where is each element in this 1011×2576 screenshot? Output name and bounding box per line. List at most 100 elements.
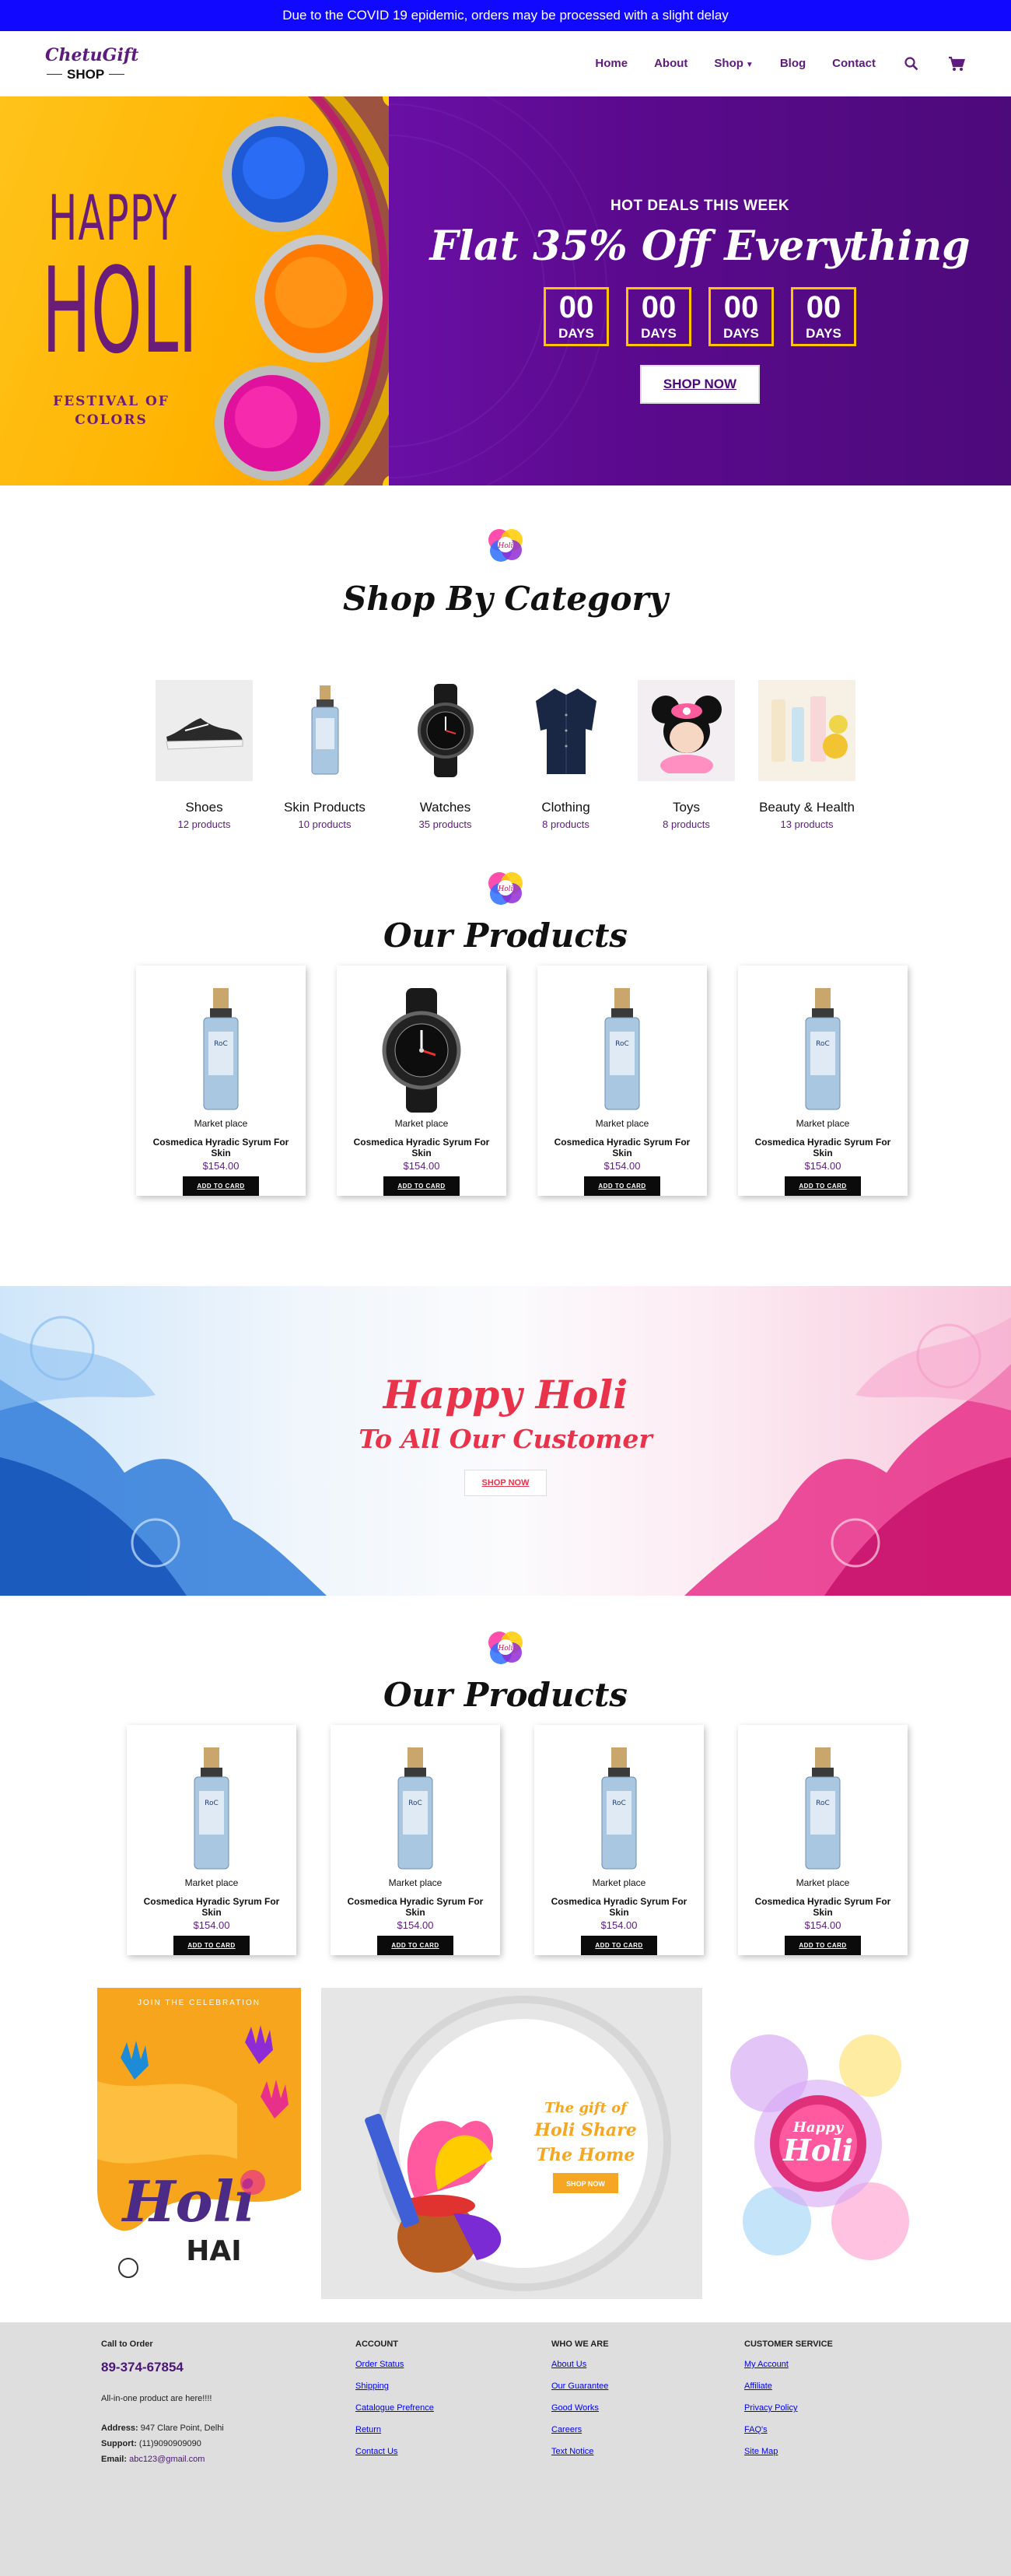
serum-bottle-image: RoC bbox=[738, 984, 908, 1116]
product-name[interactable]: Cosmedica Hyradic Syrum For Skin bbox=[752, 1137, 894, 1158]
category-item-toys[interactable]: Toys 8 products bbox=[638, 680, 735, 830]
product-marketplace: Market place bbox=[388, 1877, 443, 1888]
footer-support: Support: (11)9090909090 bbox=[101, 2439, 201, 2448]
footer-link[interactable]: Affiliate bbox=[744, 2381, 900, 2391]
shirt-image bbox=[517, 680, 614, 781]
add-to-cart-button[interactable]: ADD TO CARD bbox=[785, 1176, 861, 1196]
category-item-clothing[interactable]: Clothing 8 products bbox=[517, 680, 614, 830]
footer-service-column: CUSTOMER SERVICE My Account Affiliate Pr… bbox=[744, 2339, 900, 2559]
happy-holi-splash-illustration: Happy Holi bbox=[730, 2035, 909, 2260]
product-name[interactable]: Cosmedica Hyradic Syrum For Skin bbox=[141, 1896, 282, 1918]
hero-shop-now-button[interactable]: SHOP NOW bbox=[639, 365, 761, 404]
svg-text:The Home: The Home bbox=[537, 2145, 635, 2165]
shoe-image bbox=[156, 680, 253, 781]
promo-holi-hai[interactable]: JOIN THE CELEBRATION Holi HAI bbox=[97, 1988, 301, 2299]
product-card[interactable]: RoC Market place Cosmedica Hyradic Syrum… bbox=[738, 966, 908, 1196]
category-item-watches[interactable]: Watches 35 products bbox=[397, 680, 494, 830]
category-item-shoes[interactable]: Shoes 12 products bbox=[156, 680, 253, 830]
footer-link[interactable]: My Account bbox=[744, 2360, 900, 2369]
footer-call-heading: Call to Order bbox=[101, 2339, 153, 2349]
products-section-heading: Holi Our Products bbox=[0, 867, 1011, 955]
nav-home[interactable]: Home bbox=[595, 57, 628, 70]
promo-happy-holi[interactable]: Happy Holi bbox=[722, 1988, 914, 2299]
product-name[interactable]: Cosmedica Hyradic Syrum For Skin bbox=[150, 1137, 292, 1158]
product-name[interactable]: Cosmedica Hyradic Syrum For Skin bbox=[548, 1896, 690, 1918]
holi-banner-shop-now-button[interactable]: SHOP NOW bbox=[464, 1470, 547, 1496]
product-name[interactable]: Cosmedica Hyradic Syrum For Skin bbox=[351, 1137, 492, 1158]
nav-contact[interactable]: Contact bbox=[832, 57, 876, 70]
holi-greeting-banner: Happy Holi To All Our Customer SHOP NOW bbox=[0, 1286, 1011, 1596]
category-name: Toys bbox=[673, 800, 700, 815]
product-name[interactable]: Cosmedica Hyradic Syrum For Skin bbox=[752, 1896, 894, 1918]
search-icon[interactable] bbox=[902, 54, 921, 73]
serum-bottle-image bbox=[276, 680, 373, 781]
add-to-cart-button[interactable]: ADD TO CARD bbox=[377, 1936, 453, 1955]
watch-image bbox=[337, 984, 506, 1116]
plush-toy-image bbox=[638, 680, 735, 781]
category-list: Shoes 12 products Skin Products 10 produ… bbox=[0, 680, 1011, 830]
product-card[interactable]: RoC Market place Cosmedica Hyradic Syrum… bbox=[127, 1725, 296, 1955]
footer-link[interactable]: About Us bbox=[551, 2360, 744, 2369]
footer-link[interactable]: Return bbox=[355, 2425, 551, 2434]
svg-text:JOIN THE CELEBRATION: JOIN THE CELEBRATION bbox=[138, 1999, 261, 2007]
footer-link[interactable]: Site Map bbox=[744, 2447, 900, 2456]
category-count: 12 products bbox=[177, 818, 231, 830]
footer-link[interactable]: Shipping bbox=[355, 2381, 551, 2391]
serum-bottle-image: RoC bbox=[537, 984, 707, 1116]
hero-banner: HAPPY HOLI FESTIVAL OF COLORS HOT DEALS … bbox=[0, 96, 1011, 485]
product-card[interactable]: RoC Market place Cosmedica Hyradic Syrum… bbox=[331, 1725, 500, 1955]
nav-about[interactable]: About bbox=[654, 57, 687, 70]
category-count: 35 products bbox=[418, 818, 472, 830]
add-to-cart-button[interactable]: ADD TO CARD bbox=[584, 1176, 660, 1196]
footer-link[interactable]: Our Guarantee bbox=[551, 2381, 744, 2391]
product-card[interactable]: RoC Market place Cosmedica Hyradic Syrum… bbox=[136, 966, 306, 1196]
products-title: Our Products bbox=[383, 916, 628, 955]
product-card[interactable]: RoC Market place Cosmedica Hyradic Syrum… bbox=[537, 966, 707, 1196]
add-to-cart-button[interactable]: ADD TO CARD bbox=[183, 1176, 259, 1196]
product-name[interactable]: Cosmedica Hyradic Syrum For Skin bbox=[551, 1137, 693, 1158]
category-count: 13 products bbox=[780, 818, 834, 830]
product-card[interactable]: RoC Market place Cosmedica Hyradic Syrum… bbox=[738, 1725, 908, 1955]
footer-link[interactable]: FAQ's bbox=[744, 2425, 900, 2434]
product-card[interactable]: Market place Cosmedica Hyradic Syrum For… bbox=[337, 966, 506, 1196]
promo-gift-of-holi[interactable]: The gift of Holi Share The Home SHOP NOW bbox=[321, 1988, 702, 2299]
nav-shop[interactable]: Shop ▼ bbox=[714, 57, 753, 70]
hero-copy: HOT DEALS THIS WEEK Flat 35% Off Everyth… bbox=[389, 198, 1011, 404]
svg-text:The gift of: The gift of bbox=[544, 2100, 629, 2116]
footer-link[interactable]: Order Status bbox=[355, 2360, 551, 2369]
hero-kicker: HOT DEALS THIS WEEK bbox=[610, 198, 790, 214]
product-name[interactable]: Cosmedica Hyradic Syrum For Skin bbox=[345, 1896, 486, 1918]
add-to-cart-button[interactable]: ADD TO CARD bbox=[581, 1936, 657, 1955]
category-item-skin-products[interactable]: Skin Products 10 products bbox=[276, 680, 373, 830]
svg-text:RoC: RoC bbox=[408, 1800, 422, 1807]
add-to-cart-button[interactable]: ADD TO CARD bbox=[785, 1936, 861, 1955]
serum-bottle-image: RoC bbox=[738, 1744, 908, 1876]
product-card[interactable]: RoC Market place Cosmedica Hyradic Syrum… bbox=[534, 1725, 704, 1955]
svg-text:SHOP NOW: SHOP NOW bbox=[566, 2180, 605, 2188]
add-to-cart-button[interactable]: ADD TO CARD bbox=[173, 1936, 250, 1955]
logo-shop-word: SHOP bbox=[47, 67, 125, 82]
category-item-beauty-health[interactable]: Beauty & Health 13 products bbox=[758, 680, 855, 830]
nav-blog[interactable]: Blog bbox=[780, 57, 806, 70]
footer-link[interactable]: Careers bbox=[551, 2425, 744, 2434]
add-to-cart-button[interactable]: ADD TO CARD bbox=[383, 1176, 460, 1196]
product-price: $154.00 bbox=[804, 1160, 841, 1172]
footer-email-link[interactable]: abc123@gmail.com bbox=[129, 2455, 205, 2464]
site-logo[interactable]: ChetuGift SHOP bbox=[45, 45, 138, 82]
footer-link[interactable]: Catalogue Prefrence bbox=[355, 2403, 551, 2413]
footer-phone[interactable]: 89-374-67854 bbox=[101, 2360, 355, 2375]
cart-icon[interactable] bbox=[947, 54, 966, 73]
footer-link[interactable]: Good Works bbox=[551, 2403, 744, 2413]
svg-text:RoC: RoC bbox=[816, 1040, 830, 1048]
footer-account-column: ACCOUNT Order Status Shipping Catalogue … bbox=[355, 2339, 551, 2559]
footer-link[interactable]: Privacy Policy bbox=[744, 2403, 900, 2413]
footer-link[interactable]: Text Notice bbox=[551, 2447, 744, 2456]
holi-banner-subtitle: To All Our Customer bbox=[359, 1424, 652, 1454]
product-price: $154.00 bbox=[202, 1160, 240, 1172]
holi-banner-copy: Happy Holi To All Our Customer SHOP NOW bbox=[0, 1372, 1011, 1496]
category-count: 10 products bbox=[298, 818, 352, 830]
footer-link[interactable]: Contact Us bbox=[355, 2447, 551, 2456]
footer-email: Email: abc123@gmail.com bbox=[101, 2455, 205, 2464]
hero-holi-artwork: HAPPY HOLI FESTIVAL OF COLORS bbox=[0, 96, 451, 485]
main-nav: Home About Shop ▼ Blog Contact bbox=[595, 54, 966, 73]
